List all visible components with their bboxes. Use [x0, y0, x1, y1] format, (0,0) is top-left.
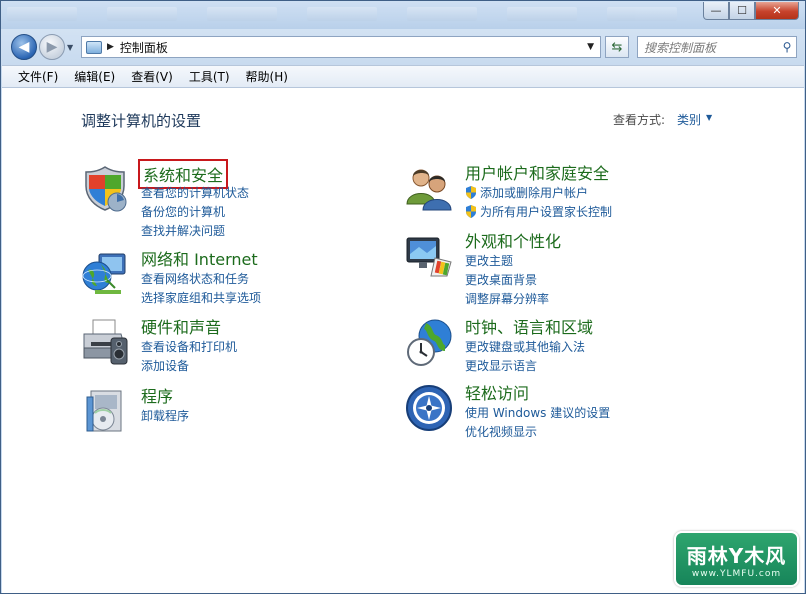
- programs-links: 卸载程序: [141, 407, 189, 426]
- view-by-dropdown[interactable]: 类别: [677, 111, 701, 128]
- link-view-computer-status[interactable]: 查看您的计算机状态: [141, 184, 249, 203]
- link-recommended-settings[interactable]: 使用 Windows 建议的设置: [465, 404, 610, 423]
- users-icon: [406, 169, 452, 211]
- menu-view[interactable]: 查看(V): [123, 66, 181, 87]
- menu-tools[interactable]: 工具(T): [181, 66, 238, 87]
- link-homegroup-sharing[interactable]: 选择家庭组和共享选项: [141, 289, 261, 308]
- navigation-bar: ◀ ▶ ▼ ▶ 控制面板 ▼ ⇆ 搜索控制面板 ⚲: [1, 29, 805, 65]
- ease-of-access-icon: [406, 385, 452, 431]
- link-backup-computer[interactable]: 备份您的计算机: [141, 203, 249, 222]
- link-uninstall-program[interactable]: 卸载程序: [141, 407, 189, 426]
- menu-help[interactable]: 帮助(H): [238, 66, 296, 87]
- link-text: 添加或删除用户帐户: [480, 186, 589, 200]
- category-title-appearance[interactable]: 外观和个性化: [465, 228, 561, 252]
- user-accounts-links: 添加或删除用户帐户 为所有用户设置家长控制: [465, 184, 612, 222]
- watermark-title: 雨林Y木风: [686, 543, 787, 568]
- maximize-button[interactable]: ☐: [729, 2, 755, 20]
- link-adjust-resolution[interactable]: 调整屏幕分辨率: [465, 290, 549, 309]
- control-panel-window: — ☐ ✕ ◀ ▶ ▼ ▶ 控制面板 ▼ ⇆ 搜索控制面板 ⚲ 文件(F) 编辑…: [0, 0, 806, 594]
- watermark-logo: 雨林Y木风 www.YLMFU.com: [674, 531, 799, 587]
- search-icon[interactable]: ⚲: [778, 40, 796, 54]
- watermark-url: www.YLMFU.com: [691, 568, 782, 579]
- link-add-device[interactable]: 添加设备: [141, 357, 237, 376]
- link-text: 为所有用户设置家长控制: [480, 205, 613, 219]
- back-button[interactable]: ◀: [11, 34, 37, 60]
- refresh-button[interactable]: ⇆: [605, 36, 629, 58]
- uac-shield-icon: [466, 186, 476, 199]
- background-taskbar-ghost: [7, 7, 677, 21]
- address-dropdown-icon[interactable]: ▼: [587, 42, 594, 52]
- clock-language-region-links: 更改键盘或其他输入法 更改显示语言: [465, 338, 585, 376]
- system-security-links: 查看您的计算机状态 备份您的计算机 查找并解决问题: [141, 184, 249, 241]
- category-title-user-accounts[interactable]: 用户帐户和家庭安全: [465, 160, 609, 184]
- control-panel-icon: [86, 40, 102, 54]
- recent-pages-dropdown[interactable]: ▼: [67, 43, 73, 52]
- monitor-palette-icon: [406, 237, 452, 277]
- link-add-remove-accounts[interactable]: 添加或删除用户帐户: [465, 184, 612, 203]
- search-box[interactable]: 搜索控制面板 ⚲: [637, 36, 797, 58]
- forward-button[interactable]: ▶: [39, 34, 65, 60]
- category-title-hardware-sound[interactable]: 硬件和声音: [141, 314, 221, 338]
- link-parental-controls[interactable]: 为所有用户设置家长控制: [465, 203, 612, 222]
- page-title: 调整计算机的设置: [81, 112, 202, 130]
- view-by-label: 查看方式:: [613, 113, 666, 127]
- category-title-clock-language-region[interactable]: 时钟、语言和区域: [465, 314, 593, 338]
- hardware-sound-links: 查看设备和打印机 添加设备: [141, 338, 237, 376]
- uac-shield-icon: [466, 205, 476, 218]
- link-change-desktop-background[interactable]: 更改桌面背景: [465, 271, 549, 290]
- printer-icon: [83, 319, 128, 365]
- link-change-keyboard[interactable]: 更改键盘或其他输入法: [465, 338, 585, 357]
- link-devices-printers[interactable]: 查看设备和打印机: [141, 338, 237, 357]
- breadcrumb-control-panel[interactable]: 控制面板: [120, 39, 168, 56]
- view-by-arrow-icon[interactable]: ▼: [706, 113, 712, 122]
- window-controls: — ☐ ✕: [703, 2, 799, 20]
- category-title-system-security[interactable]: 系统和安全: [137, 159, 229, 189]
- network-internet-links: 查看网络状态和任务 选择家庭组和共享选项: [141, 270, 261, 308]
- programs-icon: [86, 390, 122, 432]
- search-input[interactable]: 搜索控制面板: [638, 39, 778, 56]
- category-title-network-internet[interactable]: 网络和 Internet: [141, 246, 258, 270]
- category-title-programs[interactable]: 程序: [141, 383, 173, 407]
- shield-icon: [85, 166, 127, 212]
- ease-of-access-links: 使用 Windows 建议的设置 优化视频显示: [465, 404, 610, 442]
- link-change-display-language[interactable]: 更改显示语言: [465, 357, 585, 376]
- link-troubleshoot[interactable]: 查找并解决问题: [141, 222, 249, 241]
- menu-bar: 文件(F) 编辑(E) 查看(V) 工具(T) 帮助(H): [2, 65, 804, 88]
- globe-network-icon: [82, 253, 126, 294]
- link-change-theme[interactable]: 更改主题: [465, 252, 549, 271]
- appearance-links: 更改主题 更改桌面背景 调整屏幕分辨率: [465, 252, 549, 309]
- menu-file[interactable]: 文件(F): [10, 66, 66, 87]
- clock-globe-icon: [407, 319, 452, 366]
- category-title-ease-of-access[interactable]: 轻松访问: [465, 380, 529, 404]
- content-pane: 调整计算机的设置 查看方式: 类别 ▼ 系统和安全 查看您的计算机状态 备份您的…: [2, 88, 804, 593]
- breadcrumb-separator-icon[interactable]: ▶: [107, 42, 114, 52]
- link-optimize-display[interactable]: 优化视频显示: [465, 423, 610, 442]
- minimize-button[interactable]: —: [703, 2, 729, 20]
- title-bar: — ☐ ✕: [1, 1, 805, 29]
- close-button[interactable]: ✕: [755, 2, 799, 20]
- menu-edit[interactable]: 编辑(E): [66, 66, 123, 87]
- link-view-network-status[interactable]: 查看网络状态和任务: [141, 270, 261, 289]
- address-bar[interactable]: ▶ 控制面板 ▼: [81, 36, 601, 58]
